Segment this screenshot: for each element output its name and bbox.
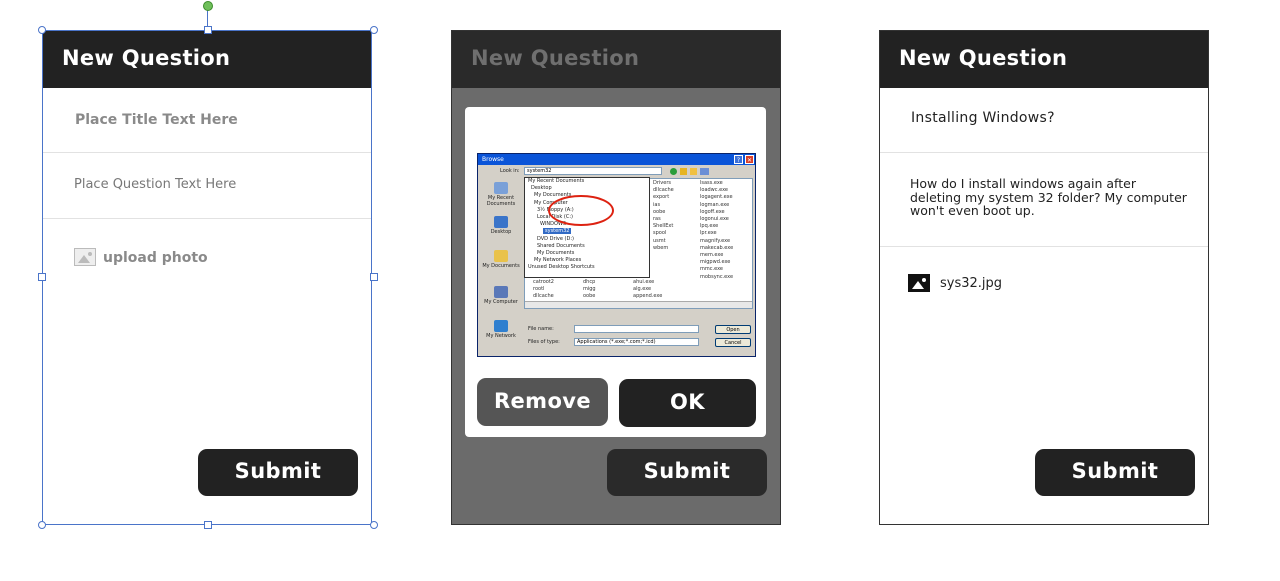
submit-button[interactable]: Submit [607,449,767,496]
my-documents-icon [494,250,508,262]
photo-preview: Browse ? ✕ Look in: system32 My Recent D… [477,153,756,357]
title-input[interactable]: Place Title Text Here [75,112,238,128]
open-button: Open [715,325,751,334]
attachment-name: sys32.jpg [940,276,1003,291]
help-icon: ? [734,155,743,164]
screen-new-question-photo-dialog: New Question Submit Browse ? ✕ Look in: … [451,30,781,525]
file-type-field: Applications (*.exe;*.com;*.icd) [574,338,699,346]
look-in-select: system32 [524,167,662,175]
question-input[interactable]: How do I install windows again after del… [910,177,1190,218]
resize-handle-bottom[interactable] [204,521,212,529]
places-item: My Recent Documents [480,182,522,207]
resize-handle-top-right[interactable] [370,26,378,34]
places-item: Desktop [480,216,522,235]
divider [880,152,1208,153]
file-column: Drivers dllcache export ias oobe ras She… [653,180,674,251]
resize-handle-bottom-right[interactable] [370,521,378,529]
header-title: New Question [43,31,371,88]
my-computer-icon [494,286,508,298]
file-column: lsass.exe loadwc.exe logagent.exe logman… [700,180,734,280]
places-item: My Documents [480,250,522,269]
ok-button[interactable]: OK [619,379,756,427]
cancel-button: Cancel [715,338,751,347]
network-icon [494,320,508,332]
submit-button[interactable]: Submit [1035,449,1195,496]
folder-row: dllcache oobe append.exe [533,293,663,299]
resize-handle-bottom-left[interactable] [38,521,46,529]
remove-button[interactable]: Remove [477,378,608,426]
photo-icon [74,248,96,266]
resize-handle-top[interactable] [204,26,212,34]
look-in-dropdown: My Recent Documents Desktop My Documents… [524,177,650,278]
resize-handle-right[interactable] [370,273,378,281]
photo-icon [908,274,930,292]
photo-dialog: Browse ? ✕ Look in: system32 My Recent D… [465,107,766,437]
divider [880,246,1208,247]
file-type-label: Files of type: [528,339,560,345]
question-input[interactable]: Place Question Text Here [74,177,236,192]
screen-new-question-empty: New Question Place Title Text Here Place… [42,30,372,525]
file-name-field [574,325,699,333]
header-title: New Question [452,31,780,88]
horizontal-scrollbar [525,301,752,308]
close-icon: ✕ [745,155,754,164]
highlight-ellipse [548,195,614,226]
places-item: My Network [480,320,522,339]
resize-handle-top-left[interactable] [38,26,46,34]
look-in-value: system32 [527,168,552,174]
places-item: My Computer [480,286,522,305]
back-icon [670,168,677,175]
resize-handle-left[interactable] [38,273,46,281]
upload-label: upload photo [103,250,208,266]
rotation-handle[interactable] [203,1,213,11]
header-title: New Question [880,31,1208,88]
desktop-icon [494,216,508,228]
divider [43,152,371,153]
selected-folder: system32 [543,228,572,235]
places-bar: My Recent Documents Desktop My Documents… [480,178,522,350]
browse-window-titlebar: Browse ? ✕ [478,154,755,165]
title-input[interactable]: Installing Windows? [911,110,1055,126]
views-icon [700,168,709,175]
browse-window-title: Browse [482,156,504,163]
file-name-label: File name: [528,326,554,332]
look-in-label: Look in: [500,168,520,174]
recent-documents-icon [494,182,508,194]
divider [43,218,371,219]
new-folder-icon [690,168,697,175]
screen-new-question-filled: New Question Installing Windows? How do … [879,30,1209,525]
submit-button[interactable]: Submit [198,449,358,496]
up-folder-icon [680,168,687,175]
